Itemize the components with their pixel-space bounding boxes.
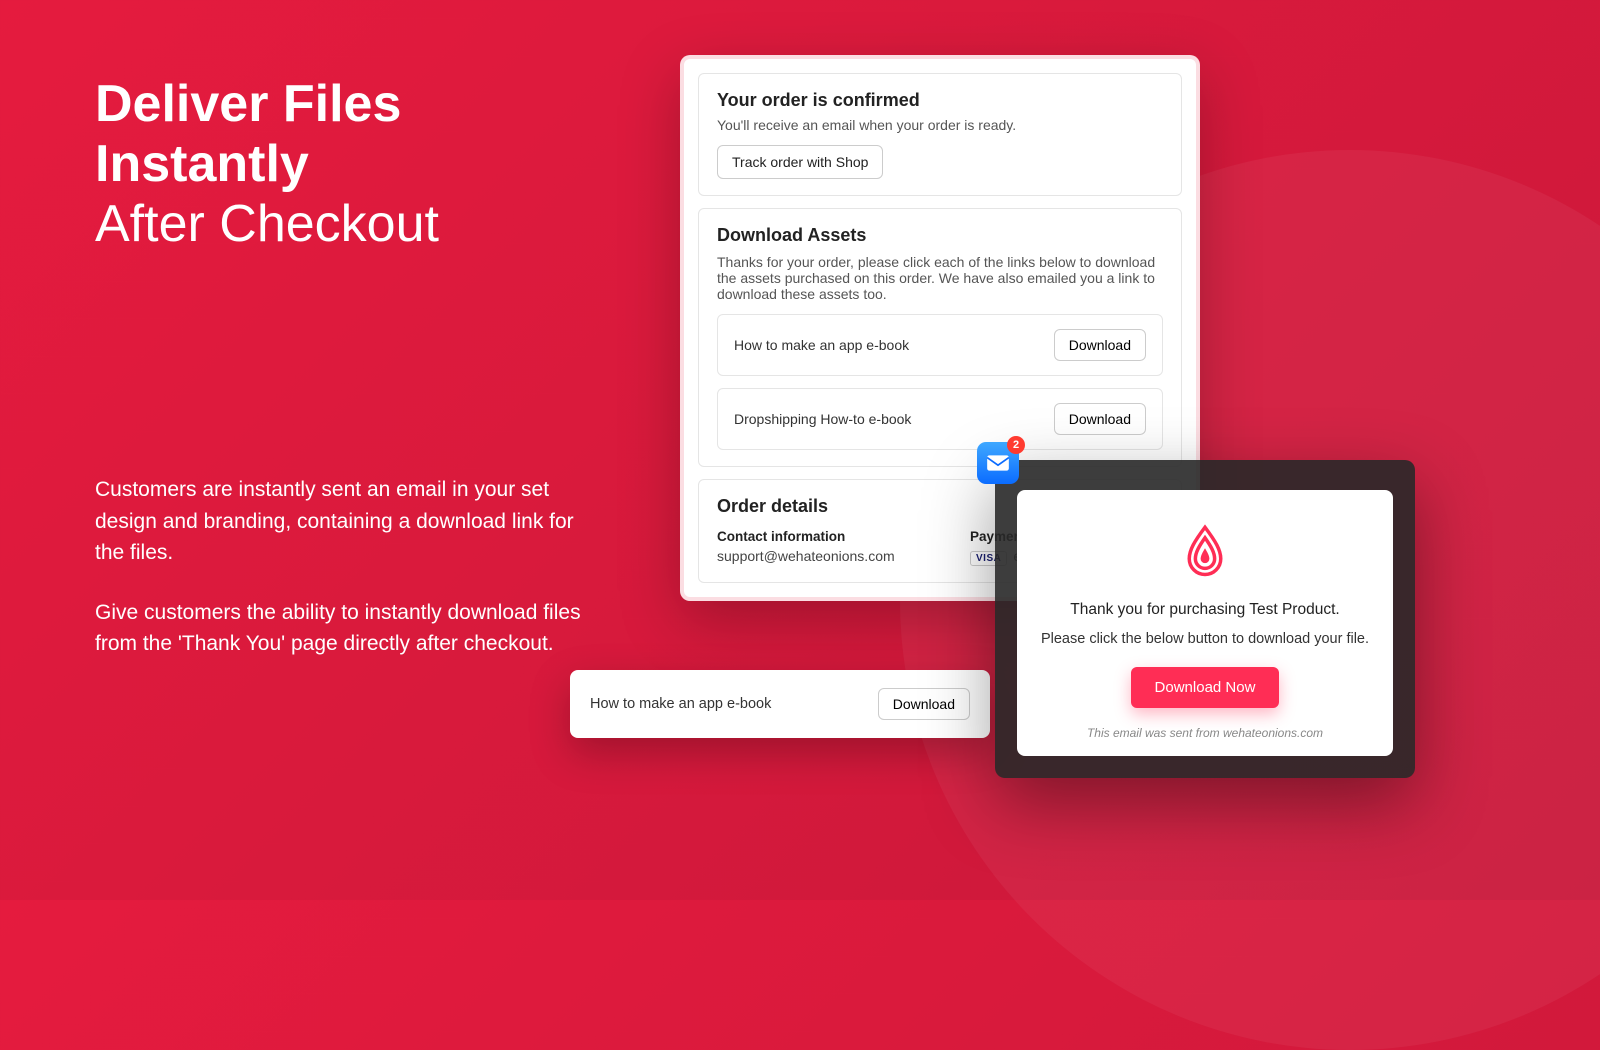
download-row: How to make an app e-book Download <box>717 314 1163 376</box>
download-item-name: How to make an app e-book <box>590 696 771 712</box>
hero-title-line2: Instantly <box>95 135 309 193</box>
download-button[interactable]: Download <box>1054 329 1146 361</box>
email-preview-frame: 2 Thank you for purchasing Test Product.… <box>995 460 1415 778</box>
floating-download-card: How to make an app e-book Download <box>570 670 990 738</box>
download-item-name: How to make an app e-book <box>734 337 909 353</box>
mail-badge-count: 2 <box>1007 436 1025 454</box>
email-footer: This email was sent from wehateonions.co… <box>1039 726 1371 740</box>
hero-paragraph-2: Give customers the ability to instantly … <box>95 597 595 660</box>
hero-title: Deliver Files Instantly After Checkout <box>95 75 595 254</box>
contact-info-label: Contact information <box>717 529 910 544</box>
hero-copy: Deliver Files Instantly After Checkout C… <box>95 75 595 660</box>
drop-logo-icon <box>1177 522 1233 578</box>
hero-body: Customers are instantly sent an email in… <box>95 474 595 660</box>
download-button[interactable]: Download <box>878 688 970 720</box>
download-assets-title: Download Assets <box>717 225 1163 246</box>
track-order-button[interactable]: Track order with Shop <box>717 145 883 179</box>
download-assets-description: Thanks for your order, please click each… <box>717 254 1163 302</box>
order-confirmed-subtitle: You'll receive an email when your order … <box>717 117 1163 133</box>
envelope-icon <box>985 450 1011 476</box>
download-now-button[interactable]: Download Now <box>1131 667 1280 708</box>
contact-info-value: support@wehateonions.com <box>717 548 910 564</box>
download-row: Dropshipping How-to e-book Download <box>717 388 1163 450</box>
email-instruction-line: Please click the below button to downloa… <box>1039 631 1371 647</box>
email-body: Thank you for purchasing Test Product. P… <box>1017 490 1393 756</box>
email-thankyou-line: Thank you for purchasing Test Product. <box>1039 601 1371 619</box>
download-item-name: Dropshipping How-to e-book <box>734 411 911 427</box>
download-button[interactable]: Download <box>1054 403 1146 435</box>
download-assets-section: Download Assets Thanks for your order, p… <box>698 208 1182 467</box>
hero-paragraph-1: Customers are instantly sent an email in… <box>95 474 595 569</box>
hero-title-line1: Deliver Files <box>95 75 401 133</box>
order-confirmed-section: Your order is confirmed You'll receive a… <box>698 73 1182 196</box>
hero-title-line3: After Checkout <box>95 195 439 253</box>
mail-app-icon: 2 <box>977 442 1019 484</box>
order-confirmed-title: Your order is confirmed <box>717 90 1163 111</box>
